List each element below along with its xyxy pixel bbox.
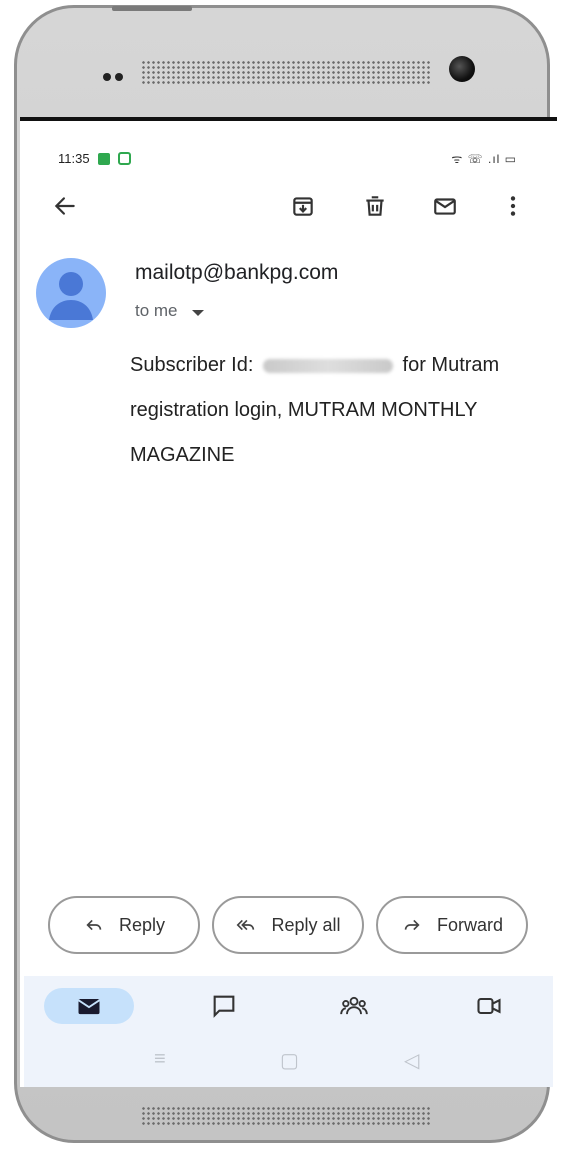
recents-icon[interactable]: ≡ [154, 1048, 166, 1071]
forward-icon [404, 919, 420, 931]
status-bar-left: 11:35 [58, 151, 131, 166]
front-camera [449, 56, 475, 82]
archive-icon[interactable] [288, 191, 318, 221]
nav-chat[interactable] [204, 988, 244, 1024]
bottom-navigation: ≡ ▢ ◁ [24, 976, 553, 1087]
phone-screen: 11:35 ᯤ ☏ .ıl ▭ mailotp@bankpg.com to me [20, 117, 557, 1087]
spaces-icon [340, 996, 368, 1015]
reply-all-button[interactable]: Reply all [212, 896, 364, 954]
reply-actions: Reply Reply all Forward [48, 896, 538, 958]
forward-label: Forward [436, 914, 503, 935]
reply-all-icon [237, 919, 255, 931]
redacted-subscriber-id [262, 358, 393, 373]
nav-meet[interactable] [469, 988, 509, 1024]
meet-icon [477, 997, 501, 1015]
power-button [112, 6, 192, 11]
forward-button[interactable]: Forward [376, 896, 528, 954]
system-navigation: ≡ ▢ ◁ [24, 1042, 553, 1082]
more-vert-icon[interactable] [498, 191, 528, 221]
status-time: 11:35 [58, 151, 90, 166]
reply-label: Reply [118, 914, 166, 935]
avatar[interactable] [36, 258, 106, 328]
email-body: Subscriber Id: for Mutram registration l… [130, 343, 545, 478]
nav-mail[interactable] [44, 988, 134, 1024]
chevron-down-icon [191, 309, 204, 316]
nav-spaces[interactable] [334, 988, 374, 1024]
speaker-grille [141, 1106, 431, 1126]
email-toolbar [20, 191, 557, 231]
back-icon[interactable]: ◁ [404, 1048, 419, 1073]
reply-button[interactable]: Reply [48, 896, 200, 954]
reply-all-label: Reply all [271, 914, 341, 935]
notification-icon [97, 152, 110, 165]
sensor-dots [103, 68, 127, 86]
notification-icon-2 [117, 152, 131, 165]
trash-icon[interactable] [360, 191, 390, 221]
status-indicators: ᯤ ☏ .ıl ▭ [451, 152, 517, 166]
mail-icon[interactable] [430, 191, 460, 221]
home-icon[interactable]: ▢ [280, 1048, 299, 1073]
reply-icon [86, 919, 102, 931]
recipient-label: to me [135, 301, 178, 320]
body-prefix: Subscriber Id: [130, 354, 254, 376]
recipient-toggle[interactable]: to me [135, 301, 204, 321]
arrow-left-icon[interactable] [50, 191, 80, 221]
chat-icon [213, 995, 235, 1018]
sender-email: mailotp@bankpg.com [135, 261, 339, 284]
earpiece-grille [141, 60, 431, 86]
person-icon [49, 272, 93, 320]
mail-icon [77, 999, 101, 1015]
